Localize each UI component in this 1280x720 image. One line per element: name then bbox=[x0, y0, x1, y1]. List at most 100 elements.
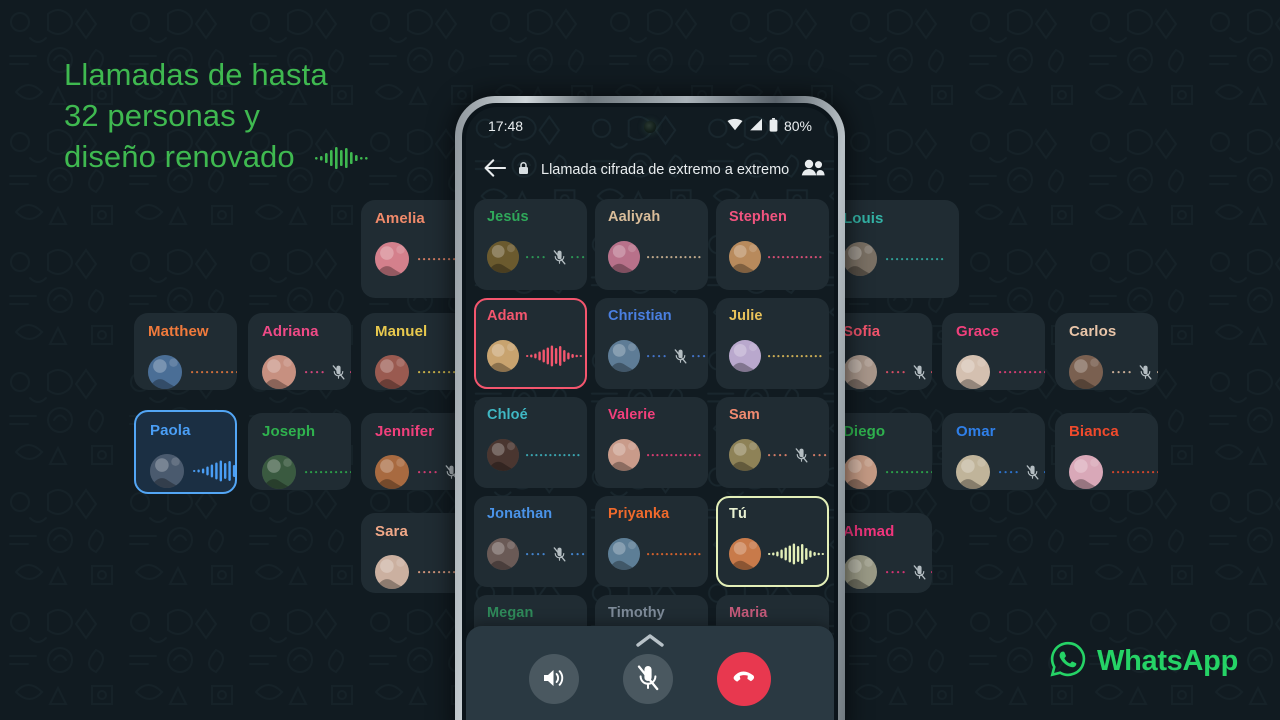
call-participant-tile[interactable]: Chloé bbox=[474, 397, 587, 488]
avatar bbox=[608, 241, 640, 273]
participant-name: Stephen bbox=[729, 209, 787, 225]
audio-level-dots bbox=[886, 256, 946, 262]
avatar bbox=[956, 355, 990, 389]
call-grid-row: Jonathan Priyanka Tú bbox=[474, 496, 830, 587]
call-participant-tile[interactable]: Stephen bbox=[716, 199, 829, 290]
background-tile: Adriana bbox=[248, 313, 351, 390]
muted-indicator bbox=[768, 447, 827, 463]
participant-name: Omar bbox=[956, 423, 996, 440]
battery-percent: 80% bbox=[783, 118, 812, 134]
avatar bbox=[608, 538, 640, 570]
headline-line-3: diseño renovado bbox=[64, 139, 295, 174]
avatar bbox=[729, 340, 761, 372]
participant-name: Louis bbox=[843, 210, 884, 227]
participant-name: Julie bbox=[729, 308, 763, 324]
participant-name: Ahmad bbox=[843, 523, 895, 540]
audio-level-dots bbox=[999, 369, 1045, 375]
participant-name: Sara bbox=[375, 523, 408, 540]
background-tile: Matthew bbox=[134, 313, 237, 390]
background-tile: Bianca bbox=[1055, 413, 1158, 490]
call-participant-grid: Jesús Aaliyah Stephen Adam Christian Julie Chl… bbox=[474, 199, 830, 694]
participant-name: Timothy bbox=[608, 605, 665, 621]
participant-name: Jennifer bbox=[375, 423, 435, 440]
audio-level-dots bbox=[647, 551, 703, 557]
background-tile: Grace bbox=[942, 313, 1045, 390]
background-tile: Carlos bbox=[1055, 313, 1158, 390]
end-call-icon bbox=[730, 664, 758, 695]
avatar bbox=[487, 340, 519, 372]
avatar bbox=[843, 355, 877, 389]
participant-name: Paola bbox=[150, 422, 191, 439]
avatar bbox=[843, 242, 877, 276]
whatsapp-wordmark: WhatsApp bbox=[1097, 645, 1238, 677]
audio-waveform-icon bbox=[315, 139, 371, 180]
participant-name: Megan bbox=[487, 605, 534, 621]
participant-name: Adam bbox=[487, 308, 528, 324]
avatar bbox=[956, 455, 990, 489]
whatsapp-brand-logo: WhatsApp bbox=[1050, 641, 1238, 682]
audio-level-dots bbox=[1112, 469, 1158, 475]
participant-name: Christian bbox=[608, 308, 672, 324]
participant-name: Carlos bbox=[1069, 323, 1117, 340]
speaker-button[interactable] bbox=[529, 654, 579, 704]
call-grid-row: Jesús Aaliyah Stephen bbox=[474, 199, 830, 290]
audio-level-dots bbox=[191, 369, 237, 375]
muted-indicator bbox=[526, 249, 585, 265]
avatar bbox=[375, 242, 409, 276]
participant-name: Chloé bbox=[487, 407, 528, 423]
add-people-icon[interactable] bbox=[801, 159, 825, 181]
call-participant-tile[interactable]: Julie bbox=[716, 298, 829, 389]
call-participant-tile[interactable]: Christian bbox=[595, 298, 708, 389]
avatar bbox=[1069, 355, 1103, 389]
muted-indicator bbox=[305, 364, 351, 380]
background-tile: Paola bbox=[134, 410, 237, 494]
participant-name: Adriana bbox=[262, 323, 319, 340]
call-header: Llamada cifrada de extremo a extremo bbox=[466, 151, 834, 189]
call-participant-tile[interactable]: Tú bbox=[716, 496, 829, 587]
avatar bbox=[843, 455, 877, 489]
call-participant-tile[interactable]: Jonathan bbox=[474, 496, 587, 587]
avatar bbox=[1069, 455, 1103, 489]
audio-level-dots bbox=[768, 254, 824, 260]
phone-bezel: 17:48 80% Llamada cifrada de extremo a e… bbox=[462, 103, 838, 720]
back-arrow-icon[interactable] bbox=[484, 158, 507, 182]
audio-level-dots bbox=[305, 469, 351, 475]
muted-indicator bbox=[886, 364, 932, 380]
avatar bbox=[487, 538, 519, 570]
end-call-button[interactable] bbox=[717, 652, 771, 706]
avatar bbox=[487, 439, 519, 471]
audio-level-dots bbox=[647, 254, 703, 260]
muted-indicator bbox=[999, 464, 1045, 480]
status-clock: 17:48 bbox=[488, 118, 524, 134]
call-participant-tile[interactable]: Adam bbox=[474, 298, 587, 389]
call-participant-tile[interactable]: Valerie bbox=[595, 397, 708, 488]
avatar bbox=[608, 340, 640, 372]
avatar bbox=[262, 455, 296, 489]
participant-name: Jesús bbox=[487, 209, 529, 225]
avatar bbox=[375, 555, 409, 589]
headline-line-2: 32 personas y bbox=[64, 98, 261, 133]
participant-name: Maria bbox=[729, 605, 768, 621]
audio-level-dots bbox=[768, 353, 824, 359]
call-participant-tile[interactable]: Priyanka bbox=[595, 496, 708, 587]
chevron-up-icon[interactable] bbox=[636, 634, 664, 652]
audio-level-dots bbox=[526, 452, 582, 458]
wifi-icon bbox=[727, 118, 743, 134]
cellular-signal-icon bbox=[749, 118, 763, 134]
participant-name: Matthew bbox=[148, 323, 209, 340]
background-tile: Omar bbox=[942, 413, 1045, 490]
screenshot-root: Llamadas de hasta 32 personas y diseño r… bbox=[0, 0, 1280, 720]
call-participant-tile[interactable]: Jesús bbox=[474, 199, 587, 290]
mute-button[interactable] bbox=[623, 654, 673, 704]
headline-line-3-wrap: diseño renovado bbox=[64, 136, 371, 180]
participant-name: Amelia bbox=[375, 210, 425, 227]
participant-name: Diego bbox=[843, 423, 886, 440]
call-grid-row: Adam Christian Julie bbox=[474, 298, 830, 389]
phone-screen: 17:48 80% Llamada cifrada de extremo a e… bbox=[466, 107, 834, 720]
speaking-waveform-icon bbox=[193, 459, 235, 483]
participant-name: Tú bbox=[729, 506, 747, 522]
participant-name: Manuel bbox=[375, 323, 428, 340]
call-participant-tile[interactable]: Sam bbox=[716, 397, 829, 488]
headline-line-1: Llamadas de hasta bbox=[64, 57, 328, 92]
call-participant-tile[interactable]: Aaliyah bbox=[595, 199, 708, 290]
